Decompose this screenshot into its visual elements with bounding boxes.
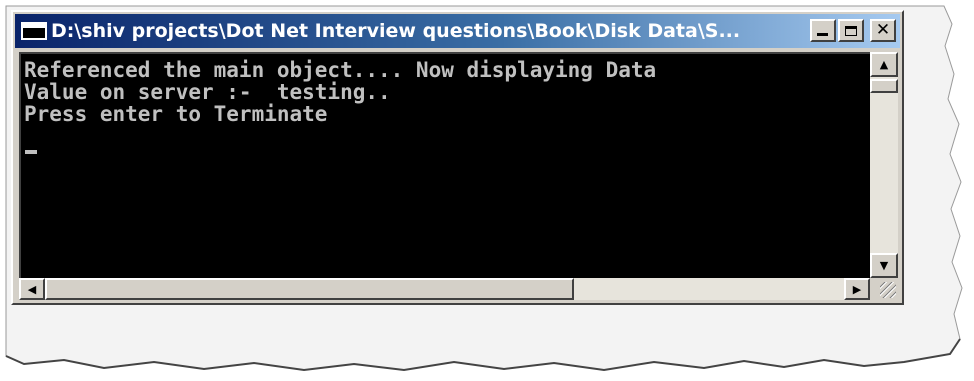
arrow-right-icon: ▶ [852,282,862,296]
console-app-icon[interactable] [21,22,47,40]
scroll-right-button[interactable]: ▶ [844,278,870,300]
window-title: D:\shiv projects\Dot Net Interview quest… [51,20,741,42]
title-bar[interactable]: D:\shiv projects\Dot Net Interview quest… [15,14,900,48]
console-output[interactable]: Referenced the main object.... Now displ… [19,52,870,278]
size-grip[interactable] [870,278,898,300]
minimize-button[interactable] [810,19,836,42]
window-controls: ✕ [810,19,896,42]
console-line: Value on server :- testing.. [24,80,391,104]
close-icon: ✕ [875,20,891,40]
horizontal-scroll-thumb[interactable] [45,278,574,300]
close-button[interactable]: ✕ [870,19,896,42]
minimize-icon [817,33,828,36]
arrow-up-icon: ▲ [879,58,889,71]
scroll-left-button[interactable]: ◀ [19,278,45,300]
arrow-down-icon: ▼ [879,259,889,272]
maximize-button[interactable] [838,19,864,42]
console-window: D:\shiv projects\Dot Net Interview quest… [11,10,904,305]
console-line: Press enter to Terminate [24,102,328,126]
arrow-left-icon: ◀ [27,282,37,296]
text-cursor [25,150,37,154]
scroll-up-button[interactable]: ▲ [870,52,898,77]
vertical-scroll-thumb[interactable] [870,79,898,93]
vertical-scrollbar[interactable]: ▲ ▼ [870,52,898,278]
horizontal-scrollbar[interactable]: ◀ ▶ [19,278,870,300]
scroll-down-button[interactable]: ▼ [870,253,898,278]
resize-grip-icon [880,282,896,298]
maximize-icon [845,25,857,36]
console-line: Referenced the main object.... Now displ… [24,58,657,82]
